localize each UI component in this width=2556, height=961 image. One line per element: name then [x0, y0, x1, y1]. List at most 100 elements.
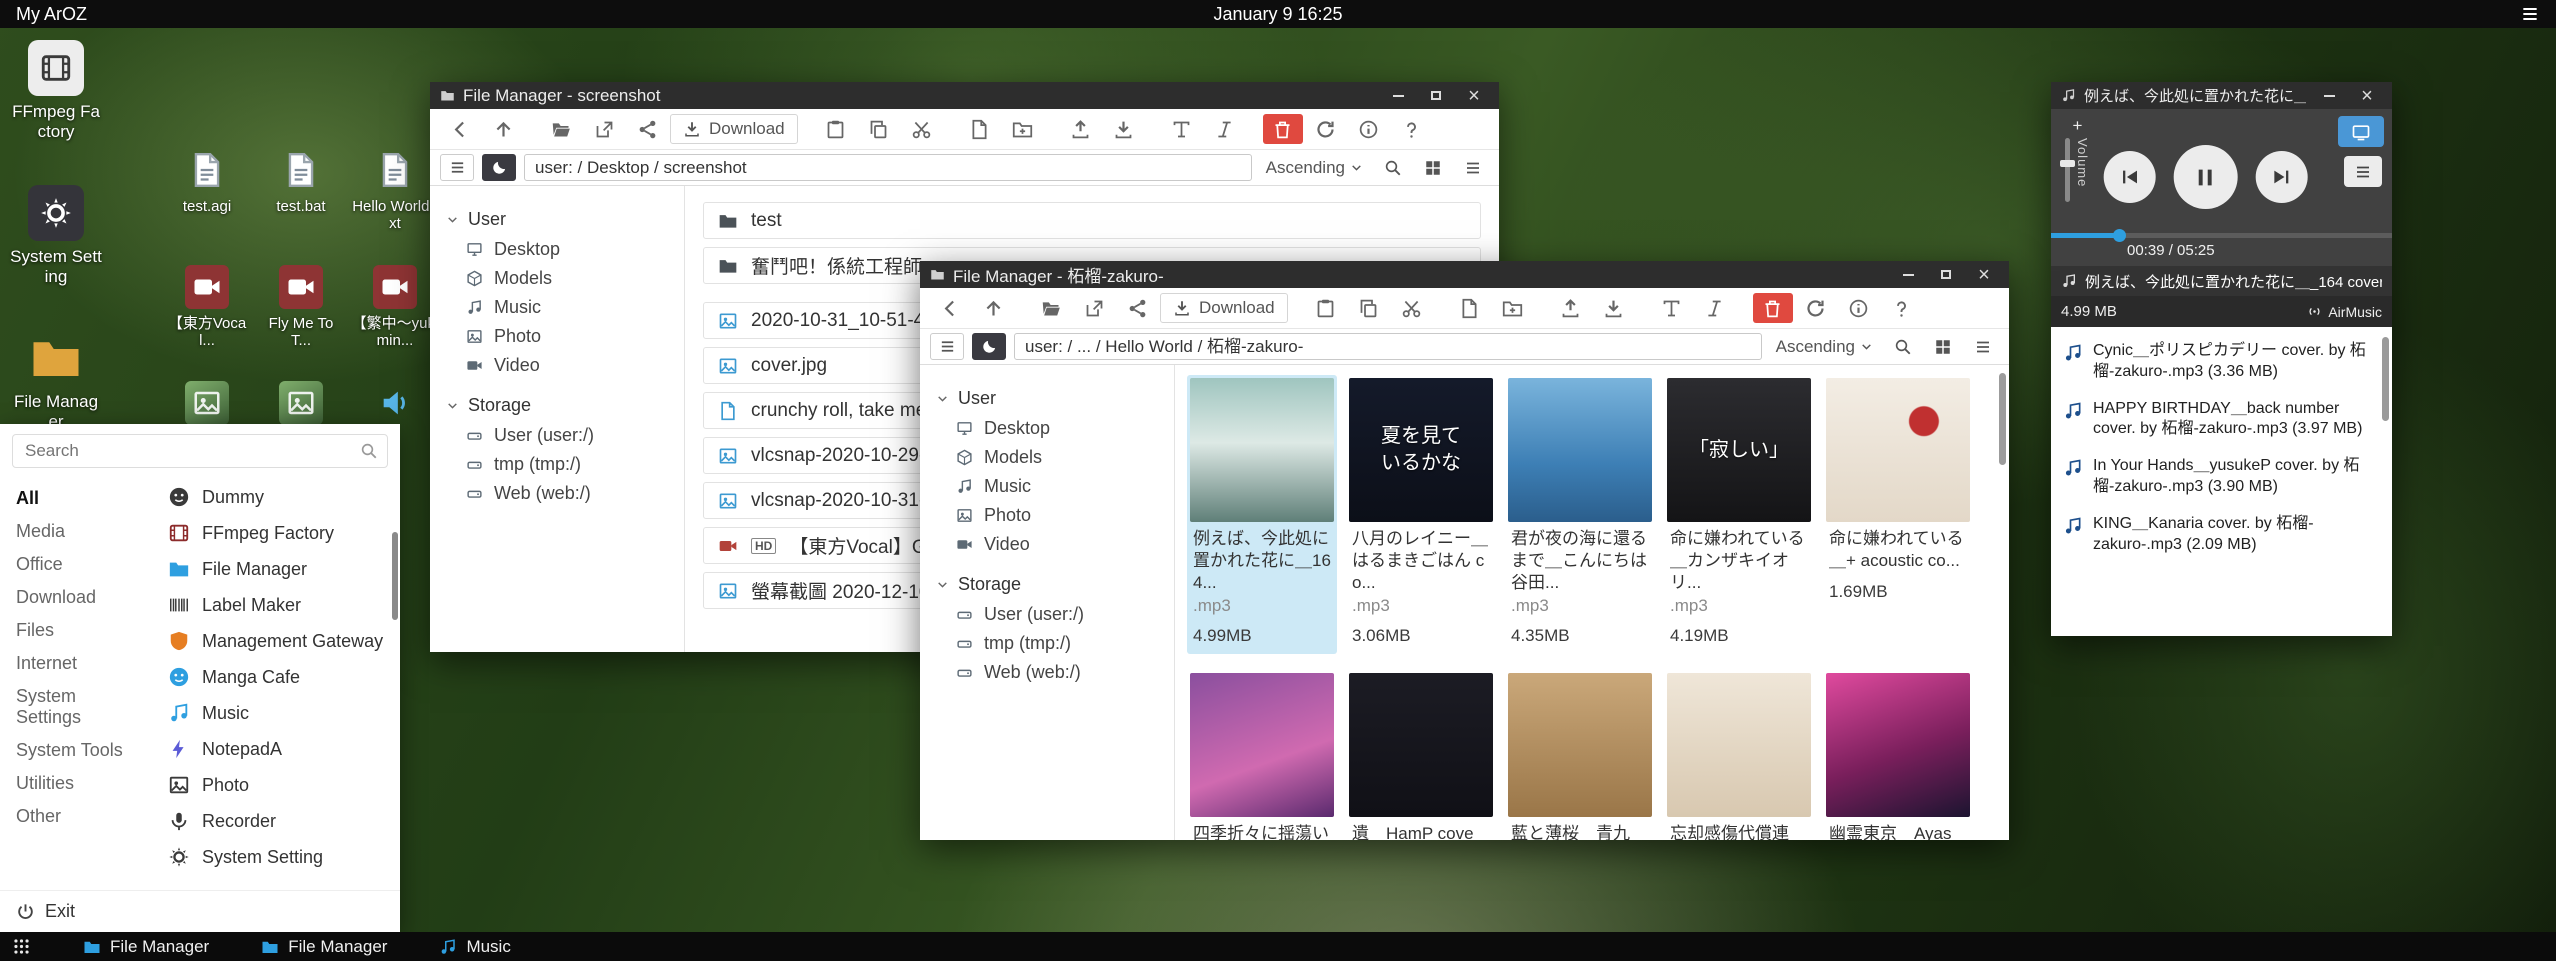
desktop-file[interactable]: test.agi — [160, 148, 254, 233]
breadcrumb[interactable]: user: / ... / Hello World / 柘榴-zakuro- — [1014, 333, 1762, 360]
sidebar-item[interactable]: tmp (tmp:/) — [430, 450, 684, 479]
sidebar-item[interactable]: Photo — [920, 501, 1174, 530]
help-button[interactable] — [1882, 293, 1922, 323]
file-tile[interactable]: 藍と薄桜＿青九月... — [1505, 670, 1655, 840]
help-button[interactable] — [1392, 114, 1432, 144]
back-button[interactable] — [930, 293, 970, 323]
delete-button[interactable] — [1753, 293, 1793, 323]
sidebar-toggle-button[interactable] — [930, 333, 964, 360]
download-button[interactable]: Download — [670, 114, 798, 144]
category-item[interactable]: Other — [0, 800, 158, 833]
new-folder-button[interactable] — [1003, 114, 1043, 144]
list-view-button[interactable] — [1967, 333, 1999, 360]
brand-label[interactable]: My ArOZ — [16, 4, 87, 25]
download-file-button[interactable] — [1594, 293, 1634, 323]
player-menu-button[interactable] — [2344, 156, 2382, 187]
list-view-button[interactable] — [1457, 154, 1489, 181]
launcher-app-item[interactable]: Manga Cafe — [158, 659, 400, 695]
volume-control[interactable]: + Volume — [2065, 117, 2090, 202]
sort-dropdown[interactable]: Ascending — [1260, 158, 1369, 178]
launcher-app-item[interactable]: Photo — [158, 767, 400, 803]
file-tile[interactable]: 夏を見て いるかな 八月のレイニー＿はるまきごはん co... .mp3 3.0… — [1346, 375, 1496, 654]
sidebar-item[interactable]: Music — [920, 472, 1174, 501]
playlist-scrollbar[interactable] — [2382, 337, 2389, 421]
sidebar-section-storage[interactable]: Storage — [430, 390, 684, 421]
new-folder-button[interactable] — [1493, 293, 1533, 323]
sidebar-section-user[interactable]: User — [920, 383, 1174, 414]
file-tile[interactable]: 四季折々に揺蕩いて... — [1187, 670, 1337, 840]
launcher-app-item[interactable]: Label Maker — [158, 587, 400, 623]
up-button[interactable] — [483, 114, 523, 144]
launcher-app-item[interactable]: System Setting — [158, 839, 400, 875]
sidebar-item[interactable]: Photo — [430, 322, 684, 351]
maximize-button[interactable] — [1931, 261, 1961, 288]
minimize-button[interactable] — [2314, 82, 2344, 109]
cut-button[interactable] — [902, 114, 942, 144]
refresh-button[interactable] — [1796, 293, 1836, 323]
search-input[interactable] — [12, 434, 388, 468]
launcher-scrollbar[interactable] — [392, 532, 398, 620]
desktop-file[interactable]: 【東方Vocal... — [160, 265, 254, 350]
title-bar[interactable]: File Manager - screenshot × — [430, 82, 1499, 109]
launcher-app-item[interactable]: Recorder — [158, 803, 400, 839]
desktop-shortcut[interactable]: System Setting — [8, 185, 104, 286]
launcher-app-item[interactable]: Music — [158, 695, 400, 731]
search-button[interactable] — [1887, 333, 1919, 360]
refresh-button[interactable] — [1306, 114, 1346, 144]
close-button[interactable]: × — [2352, 82, 2382, 109]
copy-button[interactable] — [1349, 293, 1389, 323]
playlist-item[interactable]: Cynic＿ポリスピカデリー cover. by 柘榴-zakuro-.mp3 … — [2051, 333, 2392, 391]
desktop-file[interactable]: 【繁中〜yukimin... — [348, 265, 442, 350]
file-tile[interactable]: 遺＿HamP cover... — [1346, 670, 1496, 840]
grid-view-button[interactable] — [1417, 154, 1449, 181]
text-tool-button[interactable] — [1162, 114, 1202, 144]
file-row[interactable]: test — [703, 202, 1481, 239]
back-button[interactable] — [440, 114, 480, 144]
airmusic-button[interactable]: AirMusic — [2307, 304, 2382, 320]
sidebar-item[interactable]: Video — [430, 351, 684, 380]
sidebar-item[interactable]: Models — [920, 443, 1174, 472]
close-button[interactable]: × — [1969, 261, 1999, 288]
new-file-button[interactable] — [1450, 293, 1490, 323]
file-tile[interactable]: 忘却感傷代償連盟... — [1664, 670, 1814, 840]
sidebar-section-storage[interactable]: Storage — [920, 569, 1174, 600]
text-tool-button[interactable] — [1652, 293, 1692, 323]
desktop-file[interactable]: test.bat — [254, 148, 348, 233]
volume-slider-handle[interactable] — [2060, 160, 2075, 167]
playlist-item[interactable]: In Your Hands＿yusukeP cover. by 柘榴-zakur… — [2051, 448, 2392, 506]
category-item[interactable]: Internet — [0, 647, 158, 680]
minimize-button[interactable] — [1383, 82, 1413, 109]
category-item[interactable]: Files — [0, 614, 158, 647]
cut-button[interactable] — [1392, 293, 1432, 323]
cast-button[interactable] — [2338, 116, 2384, 147]
open-in-new-button[interactable] — [1074, 293, 1114, 323]
title-bar[interactable]: 例えば、今此処に置かれた花に＿164 c... × — [2051, 82, 2392, 109]
file-tile[interactable]: 例えば、今此処に置かれた花に＿164... .mp3 4.99MB — [1187, 375, 1337, 654]
player-progress-handle[interactable] — [2113, 229, 2126, 242]
category-item[interactable]: Office — [0, 548, 158, 581]
sidebar-section-user[interactable]: User — [430, 204, 684, 235]
paste-button[interactable] — [1306, 293, 1346, 323]
close-button[interactable]: × — [1459, 82, 1489, 109]
new-file-button[interactable] — [960, 114, 1000, 144]
sidebar-item[interactable]: tmp (tmp:/) — [920, 629, 1174, 658]
desktop-file[interactable]: Hello World.txt — [348, 148, 442, 233]
file-tile[interactable]: 幽霊東京＿Ayase... — [1823, 670, 1973, 840]
taskbar-item[interactable]: Music — [439, 937, 510, 957]
open-button[interactable] — [541, 114, 581, 144]
taskbar-item[interactable]: File Manager — [261, 937, 387, 957]
paste-button[interactable] — [816, 114, 856, 144]
grid-view-button[interactable] — [1927, 333, 1959, 360]
grid-scrollbar[interactable] — [1999, 373, 2006, 465]
maximize-button[interactable] — [1421, 82, 1451, 109]
open-button[interactable] — [1031, 293, 1071, 323]
launcher-app-item[interactable]: FFmpeg Factory — [158, 515, 400, 551]
launcher-app-item[interactable]: File Manager — [158, 551, 400, 587]
download-file-button[interactable] — [1104, 114, 1144, 144]
app-grid-button[interactable] — [12, 937, 31, 956]
sidebar-item[interactable]: Web (web:/) — [920, 658, 1174, 687]
rename-button[interactable] — [1205, 114, 1245, 144]
open-in-new-button[interactable] — [584, 114, 624, 144]
file-tile[interactable]: 君が夜の海に還るまで＿こんにちは谷田... .mp3 4.35MB — [1505, 375, 1655, 654]
desktop-shortcut[interactable]: FFmpeg Factory — [8, 40, 104, 141]
